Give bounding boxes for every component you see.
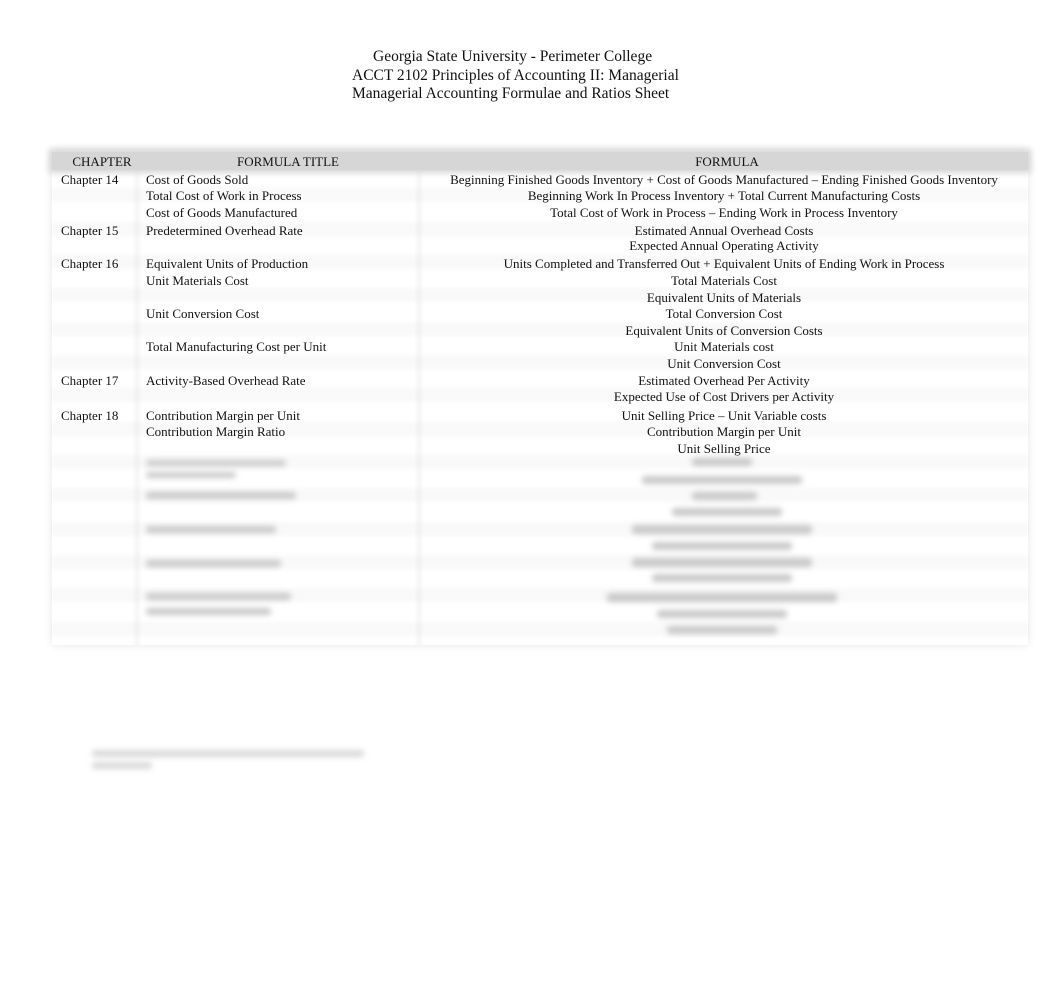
formula-cell: Units Completed and Transferred Out + Eq… (503, 256, 945, 271)
formula-title-cell: Contribution Margin Ratio (146, 424, 286, 439)
formula-title-cell: Total Manufacturing Cost per Unit (146, 339, 327, 354)
formula-numerator: Estimated Overhead Per Activity (638, 373, 810, 388)
formula-cell: Unit Selling Price – Unit Variable costs (621, 408, 827, 423)
formula-title-cell: Predetermined Overhead Rate (146, 223, 303, 238)
formula-denominator: Equivalent Units of Materials (646, 290, 802, 305)
column-header-formula-title: FORMULA TITLE (237, 154, 339, 169)
formula-denominator: Unit Conversion Cost (667, 356, 781, 371)
sheet-title: Managerial Accounting Formulae and Ratio… (352, 85, 670, 102)
chapter-cell: Chapter 15 (61, 223, 119, 238)
chapter-cell: Chapter 17 (61, 373, 119, 388)
institution-name: Georgia State University - Perimeter Col… (373, 48, 653, 65)
formula-denominator: Equivalent Units of Conversion Costs (625, 323, 823, 338)
formula-numerator: Total Materials Cost (671, 273, 777, 288)
formula-title-cell: Activity-Based Overhead Rate (146, 373, 306, 388)
formula-title-cell: Cost of Goods Sold (146, 172, 249, 187)
formula-title-cell: Unit Conversion Cost (146, 306, 260, 321)
formula-title-cell: Total Cost of Work in Process (146, 188, 302, 203)
formula-denominator: Unit Selling Price (677, 441, 771, 456)
formula-cell: Beginning Finished Goods Inventory + Cos… (450, 172, 998, 187)
chapter-cell: Chapter 16 (61, 256, 119, 271)
formula-title-cell: Equivalent Units of Production (146, 256, 309, 271)
column-header-chapter: CHAPTER (72, 154, 132, 169)
formula-denominator: Expected Annual Operating Activity (629, 238, 819, 253)
document-header: Georgia State University - Perimeter Col… (352, 48, 692, 104)
table-header-row: CHAPTER FORMULA TITLE FORMULA (52, 152, 1028, 170)
formula-title-cell: Unit Materials Cost (146, 273, 249, 288)
formula-title-cell: Contribution Margin per Unit (146, 408, 300, 423)
formula-cell: Total Cost of Work in Process – Ending W… (550, 205, 898, 220)
formula-numerator: Contribution Margin per Unit (647, 424, 801, 439)
chapter-cell: Chapter 18 (61, 408, 119, 423)
chapter-cell: Chapter 14 (61, 172, 119, 187)
formula-numerator: Unit Materials cost (674, 339, 774, 354)
formula-cell: Beginning Work In Process Inventory + To… (527, 188, 921, 203)
obscured-footnote (92, 748, 367, 774)
column-header-formula: FORMULA (695, 154, 759, 169)
formula-numerator: Total Conversion Cost (665, 306, 783, 321)
course-title: ACCT 2102 Principles of Accounting II: M… (352, 66, 679, 84)
formula-denominator: Expected Use of Cost Drivers per Activit… (613, 389, 835, 404)
formula-table: CHAPTER FORMULA TITLE FORMULA Chapter 14… (52, 150, 1028, 645)
formula-numerator: Estimated Annual Overhead Costs (634, 223, 814, 238)
formula-title-cell: Cost of Goods Manufactured (146, 205, 298, 220)
